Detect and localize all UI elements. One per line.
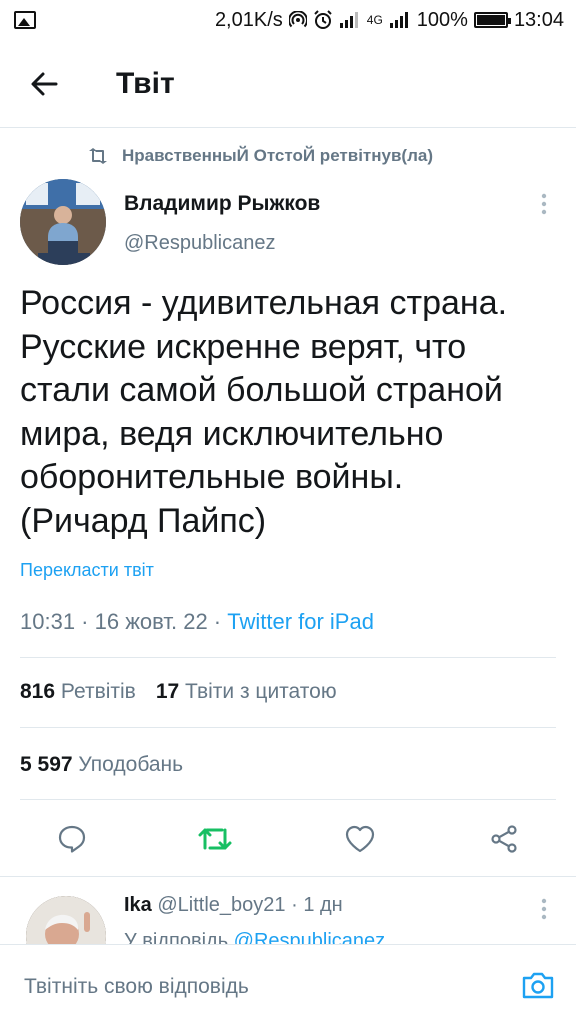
reply-icon [58, 825, 86, 853]
translate-tweet-link[interactable]: Перекласти твіт [20, 560, 154, 581]
more-vertical-icon [541, 193, 547, 215]
more-options-button[interactable] [530, 190, 558, 218]
divider [20, 657, 556, 658]
status-bar: 2,01K/s 4G 100% 13:04 [0, 0, 576, 40]
camera-button[interactable] [520, 967, 556, 1003]
share-icon [491, 825, 517, 853]
retweets-stat[interactable]: 816 Ретвітів [20, 680, 136, 704]
reply-more-options-button[interactable] [530, 895, 558, 923]
likes-label: Уподобань [78, 753, 184, 776]
tweet-source-link[interactable]: Twitter for iPad [227, 609, 374, 634]
share-button[interactable] [480, 812, 528, 866]
reply-time: · 1 дн [285, 894, 343, 916]
author-avatar[interactable] [20, 179, 106, 265]
tweet-timestamp: 10:31 · 16 жовт. 22 · [20, 609, 228, 634]
retweeted-by[interactable]: НравственныЙ ОтстоЙ ретвітнув(ла) [88, 146, 433, 166]
battery-percent: 100% [416, 8, 468, 31]
author-handle[interactable]: @Respublicanez [124, 232, 276, 255]
author-name[interactable]: Владимир Рыжков [124, 192, 320, 216]
retweets-label: Ретвітів [60, 680, 136, 703]
page-title: Твіт [116, 66, 175, 100]
alarm-icon [313, 10, 333, 30]
retweet-button[interactable] [192, 812, 240, 866]
retweeted-by-text: НравственныЙ ОтстоЙ ретвітнув(ла) [122, 146, 433, 165]
battery-icon [473, 12, 511, 28]
arrow-left-icon [31, 72, 58, 95]
back-button[interactable] [14, 54, 74, 114]
retweet-small-icon [88, 148, 108, 164]
clock: 13:04 [513, 8, 564, 31]
quotes-stat[interactable]: 17 Твіти з цитатою [156, 680, 337, 704]
likes-stat[interactable]: 5 597 Уподобань [20, 753, 183, 777]
reply-header: Ika @Little_boy21 · 1 дн [124, 894, 343, 917]
engagement-stats: 816 Ретвітів 17 Твіти з цитатою [20, 680, 337, 704]
like-button[interactable] [336, 812, 384, 866]
camera-icon [522, 972, 554, 999]
reply-context: У відповідь @Respublicanez [124, 930, 385, 944]
divider [20, 727, 556, 728]
retweet-icon [198, 828, 232, 850]
tweet-actions [0, 812, 576, 866]
hotspot-icon [288, 11, 307, 29]
more-vertical-icon [541, 898, 547, 920]
quotes-count: 17 [155, 680, 180, 703]
retweets-count: 816 [20, 680, 56, 703]
signal-icon-1 [339, 11, 361, 29]
divider [0, 876, 576, 877]
like-icon [345, 825, 375, 853]
network-type: 4G [366, 13, 383, 27]
divider [20, 799, 556, 800]
top-app-bar: Твіт [0, 40, 576, 128]
reply-composer: Твітніть свою відповідь [0, 944, 576, 1024]
reply-author-handle[interactable]: @Little_boy21 [157, 894, 285, 916]
signal-icon-2 [389, 11, 411, 29]
quotes-label: Твіти з цитатою [185, 680, 337, 703]
reply-button[interactable] [48, 812, 96, 866]
reply-author-name[interactable]: Ika [124, 894, 152, 916]
reply-mention-link[interactable]: @Respublicanez [234, 930, 386, 944]
network-speed: 2,01K/s [214, 8, 283, 31]
likes-count: 5 597 [20, 753, 73, 776]
image-notification-icon [14, 11, 36, 29]
tweet-text: Россия - удивительная страна. Русские ис… [20, 284, 508, 540]
reply-prefix: У відповідь [124, 930, 234, 944]
reply-input[interactable]: Твітніть свою відповідь [12, 959, 564, 1015]
tweet-meta: 10:31 · 16 жовт. 22 · Twitter for iPad [20, 609, 374, 635]
